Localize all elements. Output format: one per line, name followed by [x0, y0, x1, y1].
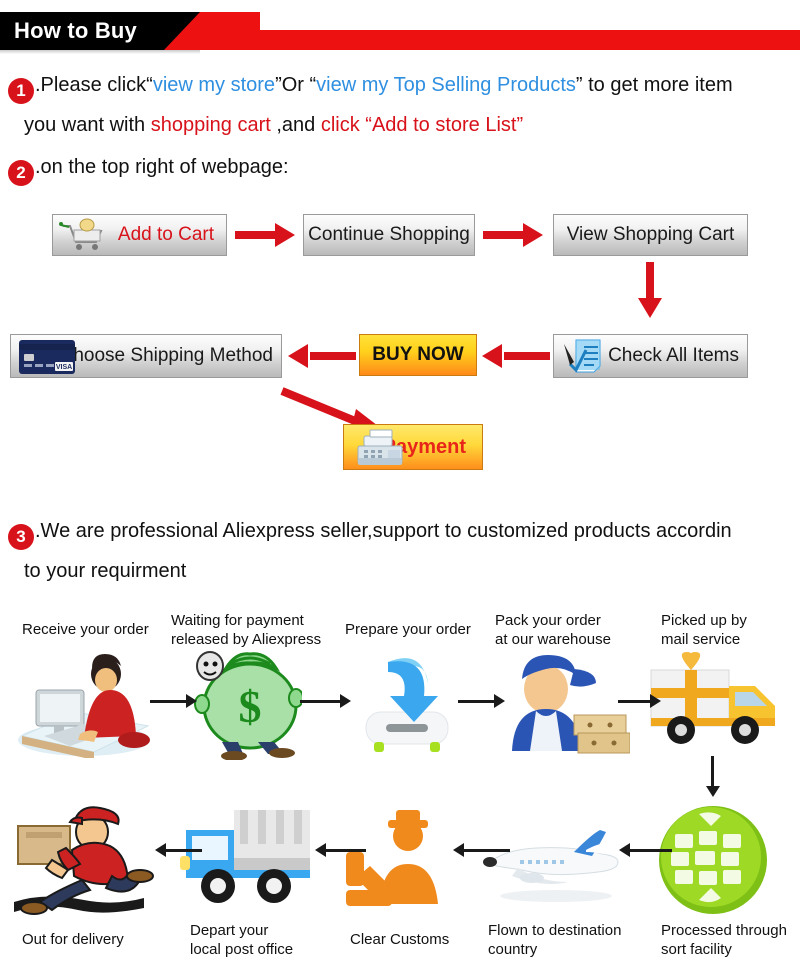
credit-card-icon: VISA: [19, 340, 75, 374]
arrow-check-to-buynow: [504, 352, 550, 360]
shopping-cart-icon: [59, 218, 103, 250]
flow-label-out-for-delivery: Out for delivery: [22, 931, 124, 948]
flow-arrow-5-head: [155, 843, 166, 857]
checklist-icon: [564, 339, 601, 373]
step-3-text-2: to your requirment: [24, 560, 187, 582]
buy-now-button[interactable]: BUY NOW: [359, 334, 477, 376]
add-to-cart-label: Add to Cart: [117, 224, 214, 245]
flow-label-depart-post-office: Depart your local post office: [190, 922, 294, 958]
flow-arrow-8-head: [619, 843, 630, 857]
flow-arrow-4-head: [650, 694, 661, 708]
step-1-line-1: 1 .Please click“view my store”Or “view my…: [8, 72, 733, 104]
customs-officer-icon: [346, 810, 438, 906]
add-to-store-list-text: click “Add to store List”: [320, 114, 524, 136]
flow-arrow-5: [166, 849, 202, 852]
arrow-continue-to-viewcart: [483, 231, 527, 239]
continue-shopping-label: Continue Shopping: [308, 224, 470, 245]
step-1-text-a: .Please click“: [35, 74, 153, 96]
arrow-viewcart-to-check: [646, 262, 654, 302]
step-3-line-2: to your requirment: [24, 558, 186, 584]
how-to-buy-page: How to Buy 1 .Please click“view my store”…: [0, 0, 800, 975]
svg-text:$: $: [239, 681, 262, 732]
arrow-cart-to-continue: [235, 231, 279, 239]
warehouse-worker-icon: [512, 655, 630, 754]
choose-shipping-method-button[interactable]: VISA Choose Shipping Method: [10, 334, 282, 378]
step-1-line2-a: you want with: [24, 114, 151, 136]
flow-label-prepare-order: Prepare your order: [345, 621, 471, 638]
continue-shopping-button[interactable]: Continue Shopping: [303, 214, 475, 256]
delivery-man-running-icon: [14, 806, 154, 915]
check-all-items-button[interactable]: Check All Items: [553, 334, 748, 378]
page-title: How to Buy: [14, 18, 137, 43]
flow-arrow-6: [326, 849, 366, 852]
flow-arrow-4: [618, 700, 652, 703]
flow-arrow-3-head: [494, 694, 505, 708]
shopping-cart-text: shopping cart: [150, 114, 271, 136]
step-1-line2-b: ,and: [270, 114, 321, 136]
flow-arrow-down: [711, 756, 714, 790]
buy-now-label: BUY NOW: [372, 344, 464, 365]
check-all-items-label: Check All Items: [608, 345, 739, 366]
step-3-badge: 3: [8, 524, 34, 550]
flow-arrow-6-head: [315, 843, 326, 857]
flow-label-clear-customs: Clear Customs: [350, 931, 450, 948]
flow-arrow-1: [150, 700, 188, 703]
flow-label-flown-destination: Flown to destination country: [488, 922, 622, 958]
flow-arrow-3: [458, 700, 496, 703]
flow-arrow-2: [300, 700, 342, 703]
download-arrow-icon: [365, 658, 449, 752]
add-to-cart-button[interactable]: Add to Cart: [52, 214, 227, 256]
step-2-badge: 2: [8, 160, 34, 186]
step-2-text: .on the top right of webpage:: [35, 156, 289, 178]
cash-register-icon: [357, 429, 403, 465]
arrow-buynow-to-shipping: [310, 352, 356, 360]
flow-arrow-2-head: [340, 694, 351, 708]
view-shopping-cart-button[interactable]: View Shopping Cart: [553, 214, 748, 256]
payment-button[interactable]: Payment: [343, 424, 483, 470]
flow-label-sort-facility: Processed through sort facility: [661, 922, 787, 958]
flow-label-pack-order: Pack your order at our warehouse: [495, 612, 611, 648]
flow-arrow-down-head: [706, 786, 720, 797]
step-1-badge: 1: [8, 78, 34, 104]
flow-label-picked-up: Picked up by mail service: [661, 612, 747, 648]
person-at-computer-icon: [18, 654, 150, 758]
step-2-line: 2 .on the top right of webpage:: [8, 154, 289, 186]
arrow-viewcart-to-check-head: [638, 298, 662, 318]
arrow-cart-to-continue-head: [275, 223, 295, 247]
header-banner: How to Buy: [0, 6, 800, 54]
choose-shipping-method-label: Choose Shipping Method: [59, 345, 273, 366]
step-1-text-b: ”Or “: [275, 74, 317, 96]
flow-arrow-1-head: [186, 694, 197, 708]
top-selling-products-link[interactable]: view my Top Selling Products: [316, 74, 576, 96]
step-3-text-1: .We are professional Aliexpress seller,s…: [35, 520, 732, 542]
arrow-check-to-buynow-head: [482, 344, 502, 368]
flow-label-receive-order: Receive your order: [22, 621, 149, 638]
step-1-line-2: you want with shopping cart ,and click “…: [24, 112, 523, 138]
sort-facility-globe-icon: [659, 806, 767, 914]
arrow-buynow-to-shipping-head: [288, 344, 308, 368]
step-1-text-c: ” to get more item: [575, 74, 733, 96]
airplane-icon: [483, 830, 619, 902]
svg-text:VISA: VISA: [56, 364, 72, 371]
money-bag-character-icon: $: [194, 651, 302, 760]
flow-arrow-7-head: [453, 843, 464, 857]
step-3-line-1: 3 .We are professional Aliexpress seller,…: [8, 518, 732, 550]
delivery-truck-gift-icon: [650, 652, 775, 744]
banner-shadow: [0, 50, 200, 54]
flow-arrow-7: [464, 849, 510, 852]
view-my-store-link[interactable]: view my store: [153, 74, 275, 96]
view-shopping-cart-label: View Shopping Cart: [566, 224, 735, 245]
arrow-continue-to-viewcart-head: [523, 223, 543, 247]
flow-arrow-8: [630, 849, 672, 852]
post-office-truck-icon: [180, 810, 310, 903]
